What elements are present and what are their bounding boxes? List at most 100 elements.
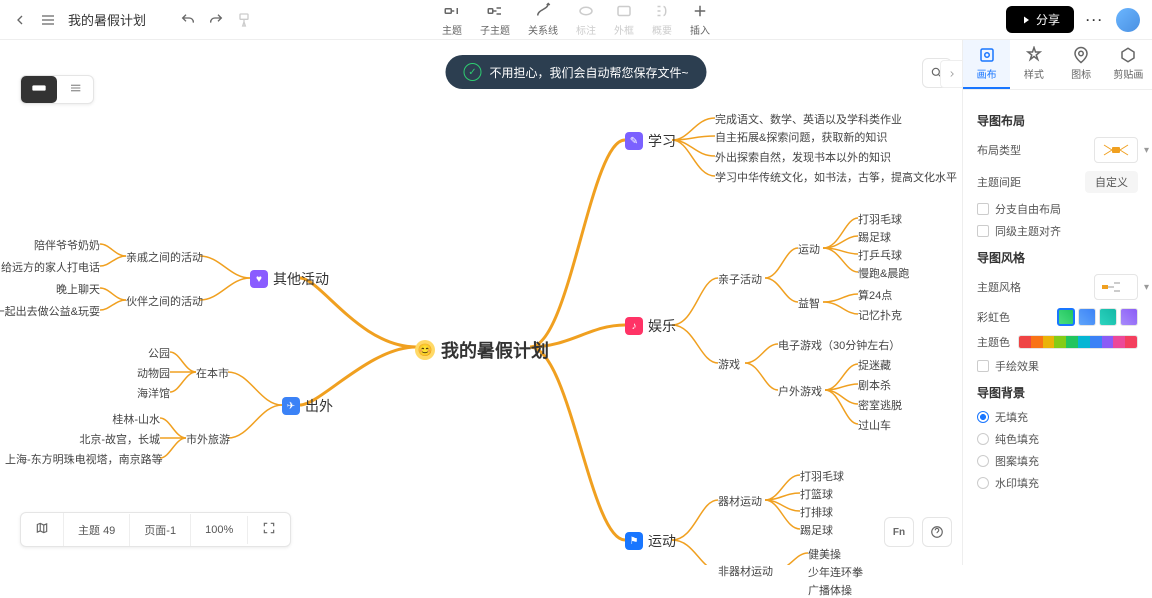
branch-outing[interactable]: ✈出外: [282, 396, 333, 416]
node-games[interactable]: 游戏: [718, 356, 740, 372]
bulb-icon: ♥: [250, 270, 268, 288]
tool-summary[interactable]: 概要: [652, 2, 672, 37]
leaf-tr-2[interactable]: 上海-东方明珠电视塔，南京路等: [5, 451, 160, 467]
leaf-puzzle-0[interactable]: 算24点: [858, 287, 892, 303]
leaf-neq-0[interactable]: 健美操: [808, 546, 841, 562]
back-icon[interactable]: [12, 12, 28, 28]
more-button[interactable]: ···: [1086, 13, 1104, 27]
node-sport[interactable]: 运动: [798, 241, 820, 257]
theme-color-bar[interactable]: [1018, 335, 1138, 349]
tab-style[interactable]: 样式: [1010, 40, 1057, 89]
share-button[interactable]: 分享: [1006, 6, 1074, 33]
leaf-outdoor-3[interactable]: 过山车: [858, 417, 891, 433]
leaf-outdoor-1[interactable]: 剧本杀: [858, 377, 891, 393]
bg-option-none[interactable]: 无填充: [977, 409, 1138, 425]
branch-sports[interactable]: ⚑运动: [625, 531, 676, 551]
tool-summary-label: 概要: [652, 22, 672, 37]
leaf-loc-2[interactable]: 海洋馆: [133, 385, 170, 401]
leaf-sport-1[interactable]: 踢足球: [858, 229, 891, 245]
node-noequipment[interactable]: 非器材运动: [718, 563, 773, 579]
redo-icon[interactable]: [208, 12, 224, 28]
leaf-fr-1[interactable]: 一起出去做公益&玩耍: [0, 303, 100, 319]
node-outdoor[interactable]: 户外游戏: [778, 383, 822, 399]
theme-style-picker[interactable]: [1094, 274, 1138, 300]
node-family[interactable]: 亲戚之间的活动: [126, 249, 203, 265]
tab-clipart[interactable]: 剪贴画: [1105, 40, 1152, 89]
tab-icons[interactable]: 图标: [1058, 40, 1105, 89]
branch-entertainment[interactable]: ♪娱乐: [625, 316, 676, 336]
free-layout-checkbox[interactable]: 分支自由布局: [977, 201, 1138, 217]
leaf-eq-3[interactable]: 踢足球: [800, 522, 833, 538]
tool-marker[interactable]: 标注: [576, 2, 596, 37]
check-icon: ✓: [463, 63, 481, 81]
minimap-button[interactable]: [21, 513, 64, 546]
canvas[interactable]: 😊我的暑假计划 ✎学习 完成语文、数学、英语以及学科类作业 自主拓展&探索问题，…: [0, 40, 962, 565]
tool-topic[interactable]: 主题: [442, 2, 462, 37]
avatar[interactable]: [1116, 8, 1140, 32]
node-puzzle[interactable]: 益智: [798, 295, 820, 311]
leaf-eq-0[interactable]: 打羽毛球: [800, 468, 844, 484]
leaf-eq-2[interactable]: 打排球: [800, 504, 833, 520]
node-parent-child[interactable]: 亲子活动: [718, 271, 762, 287]
tool-relation[interactable]: 关系线: [528, 2, 558, 37]
hand-drawn-checkbox[interactable]: 手绘效果: [977, 358, 1138, 374]
node-local[interactable]: 在本市: [196, 365, 229, 381]
spacing-value[interactable]: 自定义: [1085, 171, 1138, 193]
leaf-eq-1[interactable]: 打篮球: [800, 486, 833, 502]
branch-study[interactable]: ✎学习: [625, 131, 676, 151]
leaf-outdoor-2[interactable]: 密室逃脱: [858, 397, 902, 413]
tool-insert[interactable]: 插入: [690, 2, 710, 37]
branch-other[interactable]: ♥其他活动: [250, 269, 329, 289]
outline-view-button[interactable]: [57, 76, 93, 103]
tool-subtopic[interactable]: 子主题: [480, 2, 510, 37]
leaf-egame[interactable]: 电子游戏（30分钟左右）: [778, 337, 900, 353]
leaf-fr-0[interactable]: 晚上聊天: [52, 281, 100, 297]
bg-option-solid[interactable]: 纯色填充: [977, 431, 1138, 447]
help-button[interactable]: [922, 517, 952, 547]
bg-option-watermark[interactable]: 水印填充: [977, 475, 1138, 491]
autosave-toast: ✓ 不用担心，我们会自动帮您保存文件~: [445, 55, 706, 89]
leaf-fam-0[interactable]: 陪伴爷爷奶奶: [30, 237, 100, 253]
menu-icon[interactable]: [40, 12, 56, 28]
same-level-align-checkbox[interactable]: 同级主题对齐: [977, 223, 1138, 239]
leaf-tr-0[interactable]: 桂林-山水: [108, 411, 160, 427]
leaf-puzzle-1[interactable]: 记忆扑克: [858, 307, 902, 323]
leaf-fam-1[interactable]: 给远方的家人打电话: [0, 259, 100, 275]
leaf-study-0[interactable]: 完成语文、数学、英语以及学科类作业: [715, 111, 902, 127]
mindmap-view-button[interactable]: [21, 76, 57, 103]
leaf-study-2[interactable]: 外出探索自然，发现书本以外的知识: [715, 149, 891, 165]
page-indicator[interactable]: 页面-1: [130, 514, 191, 546]
node-travel[interactable]: 市外旅游: [186, 431, 230, 447]
format-painter-icon[interactable]: [236, 12, 252, 28]
topic-count[interactable]: 主题 49: [64, 514, 130, 546]
node-equipment[interactable]: 器材运动: [718, 493, 762, 509]
bg-option-pattern[interactable]: 图案填充: [977, 453, 1138, 469]
leaf-loc-0[interactable]: 公园: [145, 345, 170, 361]
tab-style-label: 样式: [1024, 66, 1044, 81]
fn-button[interactable]: Fn: [884, 517, 914, 547]
leaf-sport-3[interactable]: 慢跑&晨跑: [858, 265, 909, 281]
undo-icon[interactable]: [180, 12, 196, 28]
leaf-study-3[interactable]: 学习中华传统文化，如书法，古筝，提高文化水平: [715, 169, 957, 185]
leaf-study-1[interactable]: 自主拓展&探索问题，获取新的知识: [715, 129, 887, 145]
rainbow-swatches[interactable]: [1057, 308, 1138, 326]
node-friends[interactable]: 伙伴之间的活动: [126, 293, 203, 309]
plane-icon: ✈: [282, 397, 300, 415]
tool-frame[interactable]: 外框: [614, 2, 634, 37]
leaf-neq-1[interactable]: 少年连环拳: [808, 564, 863, 580]
panel-collapse-button[interactable]: [940, 60, 962, 88]
leaf-neq-2[interactable]: 广播体操: [808, 582, 852, 598]
share-label: 分享: [1036, 11, 1060, 28]
layout-type-picker[interactable]: [1094, 137, 1138, 163]
leaf-outdoor-0[interactable]: 捉迷藏: [858, 357, 891, 373]
leaf-sport-0[interactable]: 打羽毛球: [858, 211, 902, 227]
leaf-sport-2[interactable]: 打乒乓球: [858, 247, 902, 263]
branch-entertainment-label: 娱乐: [648, 316, 676, 336]
root-node[interactable]: 😊我的暑假计划: [415, 337, 549, 363]
leaf-loc-1[interactable]: 动物园: [133, 365, 170, 381]
tab-canvas[interactable]: 画布: [963, 40, 1010, 89]
topbar: 我的暑假计划 主题 子主题 关系线 标注 外框 概要 插入 分享 ···: [0, 0, 1152, 40]
leaf-tr-1[interactable]: 北京-故宫，长城: [73, 431, 160, 447]
zoom-level[interactable]: 100%: [191, 516, 248, 544]
fullscreen-button[interactable]: [248, 513, 290, 546]
